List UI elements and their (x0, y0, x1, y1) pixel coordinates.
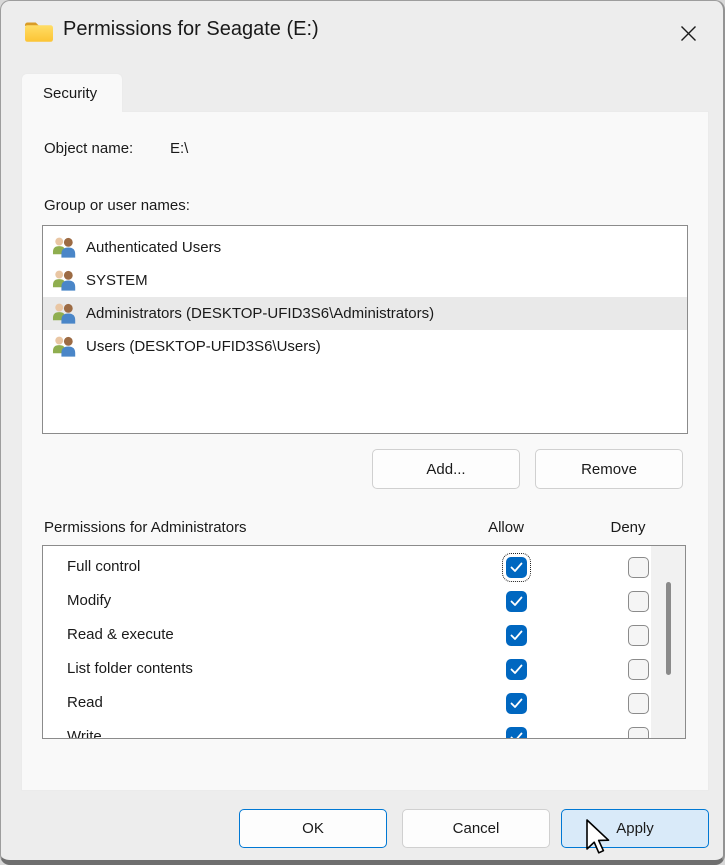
allow-checkbox[interactable] (506, 591, 527, 612)
permission-name: Read & execute (67, 626, 174, 643)
allow-column-header: Allow (456, 519, 556, 536)
group-list-item[interactable]: SYSTEM (43, 264, 687, 297)
deny-checkbox[interactable] (628, 659, 649, 680)
cancel-button-label: Cancel (453, 820, 500, 837)
object-name-label: Object name: (44, 140, 133, 157)
permissions-scrollbar[interactable] (651, 546, 685, 738)
security-tab-page: Object name: E:\ Group or user names: Au… (21, 111, 709, 791)
cancel-button[interactable]: Cancel (402, 809, 550, 848)
group-list[interactable]: Authenticated Users SYSTEM Administrator… (42, 225, 688, 434)
tab-security-label: Security (43, 85, 97, 102)
permission-row: List folder contents (43, 653, 685, 687)
ok-button-label: OK (302, 820, 324, 837)
close-icon[interactable] (669, 14, 707, 52)
group-list-item[interactable]: Administrators (DESKTOP-UFID3S6\Administ… (43, 297, 687, 330)
allow-checkbox[interactable] (506, 557, 527, 578)
permissions-for-label: Permissions for Administrators (44, 519, 247, 536)
group-list-item[interactable]: Users (DESKTOP-UFID3S6\Users) (43, 330, 687, 363)
scrollbar-thumb[interactable] (666, 582, 671, 675)
permission-row: Full control (43, 551, 685, 585)
dialog-title: Permissions for Seagate (E:) (63, 18, 319, 41)
apply-button[interactable]: Apply (561, 809, 709, 848)
deny-column-header: Deny (578, 519, 678, 536)
permissions-dialog: Permissions for Seagate (E:) Security Ob… (0, 0, 725, 865)
object-name-value: E:\ (170, 140, 188, 157)
permission-row: Read (43, 687, 685, 721)
add-button-label: Add... (426, 461, 465, 478)
permission-name: Modify (67, 592, 111, 609)
permission-row: Read & execute (43, 619, 685, 653)
permission-row: Modify (43, 585, 685, 619)
allow-checkbox[interactable] (506, 659, 527, 680)
two-users-icon (51, 236, 77, 259)
allow-checkbox[interactable] (506, 727, 527, 739)
deny-checkbox[interactable] (628, 693, 649, 714)
permission-name: Read (67, 694, 103, 711)
permission-row: Write (43, 721, 685, 739)
two-users-icon (51, 302, 77, 325)
group-name: Authenticated Users (86, 239, 221, 256)
group-name: Users (DESKTOP-UFID3S6\Users) (86, 338, 321, 355)
group-name: SYSTEM (86, 272, 148, 289)
title-bar: Permissions for Seagate (E:) (1, 1, 723, 63)
allow-checkbox[interactable] (506, 625, 527, 646)
deny-checkbox[interactable] (628, 557, 649, 578)
group-list-item[interactable]: Authenticated Users (43, 231, 687, 264)
permission-name: Full control (67, 558, 140, 575)
permission-name: List folder contents (67, 660, 193, 677)
folder-icon (23, 18, 55, 45)
deny-checkbox[interactable] (628, 625, 649, 646)
permissions-list[interactable]: Full control Modify Read & execute (42, 545, 686, 739)
apply-button-label: Apply (616, 820, 654, 837)
group-name: Administrators (DESKTOP-UFID3S6\Administ… (86, 305, 434, 322)
remove-button[interactable]: Remove (535, 449, 683, 489)
ok-button[interactable]: OK (239, 809, 387, 848)
deny-checkbox[interactable] (628, 727, 649, 739)
allow-checkbox[interactable] (506, 693, 527, 714)
add-button[interactable]: Add... (372, 449, 520, 489)
deny-checkbox[interactable] (628, 591, 649, 612)
tab-security[interactable]: Security (21, 73, 123, 112)
two-users-icon (51, 269, 77, 292)
two-users-icon (51, 335, 77, 358)
permission-name: Write (67, 728, 102, 739)
remove-button-label: Remove (581, 461, 637, 478)
group-names-label: Group or user names: (44, 197, 190, 214)
